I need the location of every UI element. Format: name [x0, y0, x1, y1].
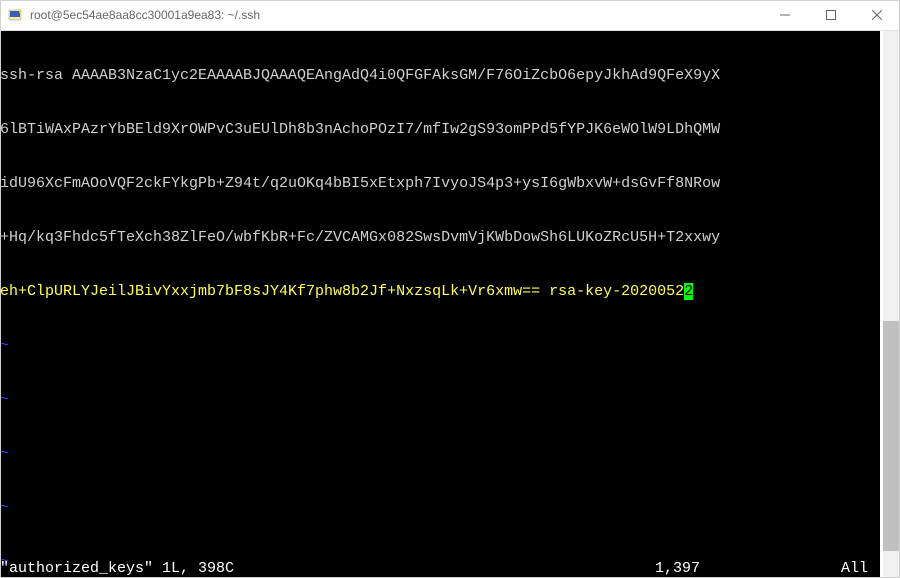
- terminal-line: 6lBTiWAxPAzrYbBEld9XrOWPvC3uEUlDh8b3nAch…: [0, 121, 880, 139]
- vim-tilde: ~: [0, 391, 880, 409]
- minimize-button[interactable]: [762, 0, 808, 30]
- titlebar: root@5ec54ae8aa8cc30001a9ea83: ~/.ssh: [0, 0, 900, 31]
- status-filename: "authorized_keys" 1L, 398C: [0, 560, 234, 578]
- window-title: root@5ec54ae8aa8cc30001a9ea83: ~/.ssh: [30, 8, 762, 22]
- putty-icon: [8, 7, 24, 23]
- terminal-line: idU96XcFmAOoVQF2ckFYkgPb+Z94t/q2uOKq4bBI…: [0, 175, 880, 193]
- vim-tilde: ~: [0, 499, 880, 517]
- cursor: 2: [684, 283, 693, 300]
- vim-tilde: ~: [0, 337, 880, 355]
- terminal-line: +Hq/kq3Fhdc5fTeXch38ZlFeO/wbfKbR+Fc/ZVCA…: [0, 229, 880, 247]
- close-button[interactable]: [854, 0, 900, 30]
- status-percent: All: [841, 560, 868, 578]
- maximize-button[interactable]: [808, 0, 854, 30]
- vim-tilde: ~: [0, 445, 880, 463]
- scrollbar[interactable]: [883, 31, 900, 578]
- window-controls: [762, 0, 900, 30]
- vim-status-bar: "authorized_keys" 1L, 398C 1,397 All: [0, 560, 880, 578]
- scrollbar-thumb[interactable]: [883, 321, 900, 551]
- terminal-line: eh+ClpURLYJeilJBivYxxjmb7bF8sJY4Kf7phw8b…: [0, 283, 880, 301]
- terminal[interactable]: ssh-rsa AAAAB3NzaC1yc2EAAAABJQAAAQEAngAd…: [0, 31, 880, 578]
- status-position: 1,397: [655, 560, 700, 578]
- terminal-line: ssh-rsa AAAAB3NzaC1yc2EAAAABJQAAAQEAngAd…: [0, 67, 880, 85]
